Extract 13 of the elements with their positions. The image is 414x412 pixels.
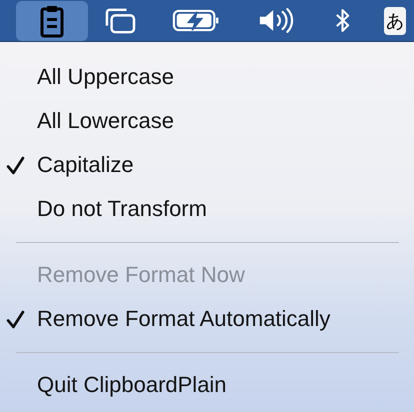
status-item-highlight[interactable]: [16, 0, 88, 40]
menu-item[interactable]: Do not Transform: [0, 187, 414, 231]
menu-item[interactable]: All Uppercase: [0, 55, 414, 99]
bluetooth-icon[interactable]: [334, 7, 350, 34]
menu-item: Remove Format Now: [36, 261, 246, 289]
volume-icon[interactable]: [258, 7, 294, 34]
menu-item[interactable]: Remove Format Automatically: [0, 297, 414, 341]
clipboard-icon[interactable]: [39, 4, 65, 38]
menu-item[interactable]: Quit ClipboardPlain: [0, 363, 414, 407]
windows-icon[interactable]: [103, 6, 137, 34]
menu-item[interactable]: All Lowercase: [0, 99, 414, 143]
input-source-icon[interactable]: あ: [384, 6, 406, 34]
menu-item[interactable]: Capitalize: [0, 143, 414, 187]
